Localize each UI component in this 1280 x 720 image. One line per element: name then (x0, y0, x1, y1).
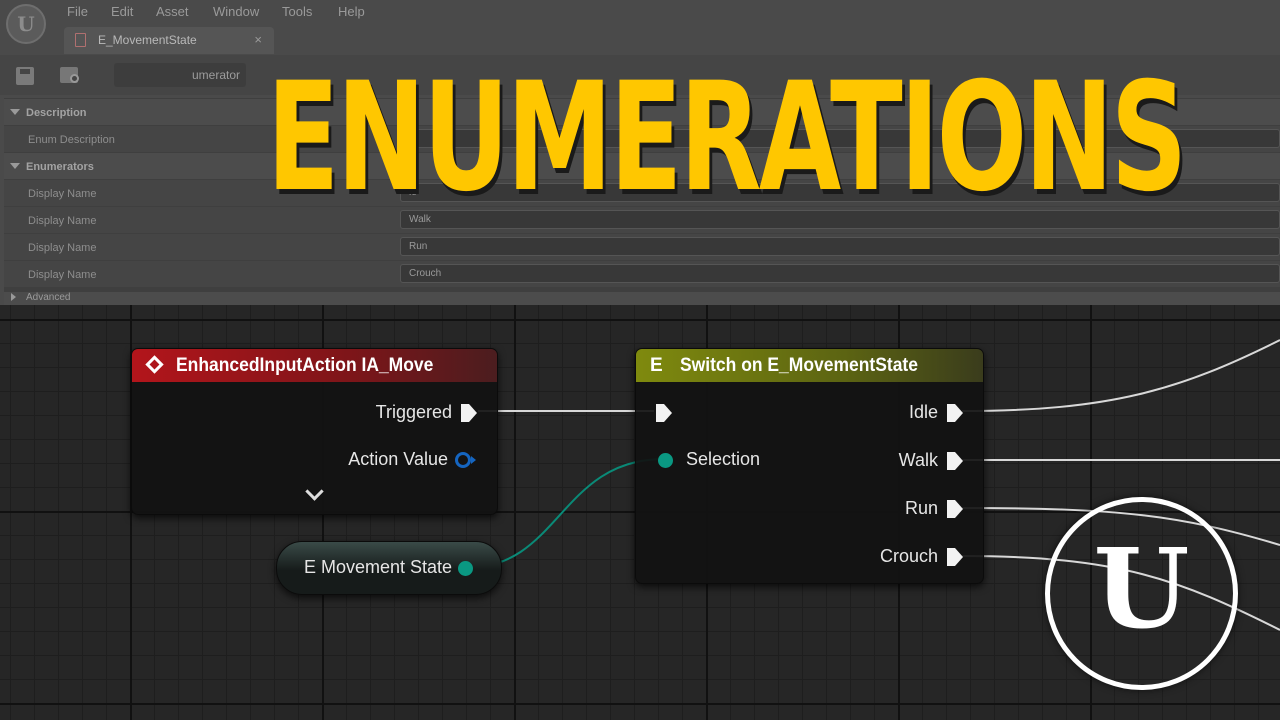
exec-input-pin[interactable] (655, 403, 673, 423)
selection-pin-label: Selection (686, 449, 761, 469)
switch-on-enum-node[interactable]: E Switch on E_MovementState Selection Id… (635, 348, 984, 584)
action-value-pin[interactable] (454, 451, 478, 469)
idle-pin-label: Idle (908, 402, 938, 422)
chevron-down-icon[interactable] (305, 482, 324, 501)
page-title: ENUMERATIONS (266, 51, 1188, 225)
unreal-engine-logo-icon: U (1045, 497, 1238, 690)
node-title: Switch on E_MovementState (680, 355, 918, 376)
idle-exec-pin[interactable] (946, 403, 964, 423)
node-title: EnhancedInputAction IA_Move (176, 355, 434, 376)
switch-icon: E (650, 355, 663, 376)
event-diamond-icon (145, 355, 164, 374)
crouch-pin-label: Crouch (879, 546, 938, 566)
e-movement-state-variable-node[interactable]: E Movement State (276, 541, 502, 595)
walk-pin-label: Walk (898, 450, 938, 470)
e-movement-state-output-pin[interactable] (458, 561, 473, 576)
crouch-exec-pin[interactable] (946, 547, 964, 567)
triggered-pin-label: Triggered (375, 402, 452, 422)
run-pin-label: Run (904, 498, 938, 518)
selection-input-pin[interactable] (658, 453, 673, 468)
enhanced-input-action-node[interactable]: EnhancedInputAction IA_Move Triggered Ac… (131, 348, 498, 515)
unreal-engine-glyph: U (1093, 524, 1190, 653)
variable-label: E Movement State (304, 557, 453, 577)
walk-exec-pin[interactable] (946, 451, 964, 471)
triggered-exec-pin[interactable] (460, 403, 478, 423)
exec-wire-idle (961, 339, 1280, 412)
action-value-pin-label: Action Value (348, 449, 448, 469)
run-exec-pin[interactable] (946, 499, 964, 519)
node-header: EnhancedInputAction IA_Move (132, 349, 497, 382)
node-header: E Switch on E_MovementState (636, 349, 983, 382)
